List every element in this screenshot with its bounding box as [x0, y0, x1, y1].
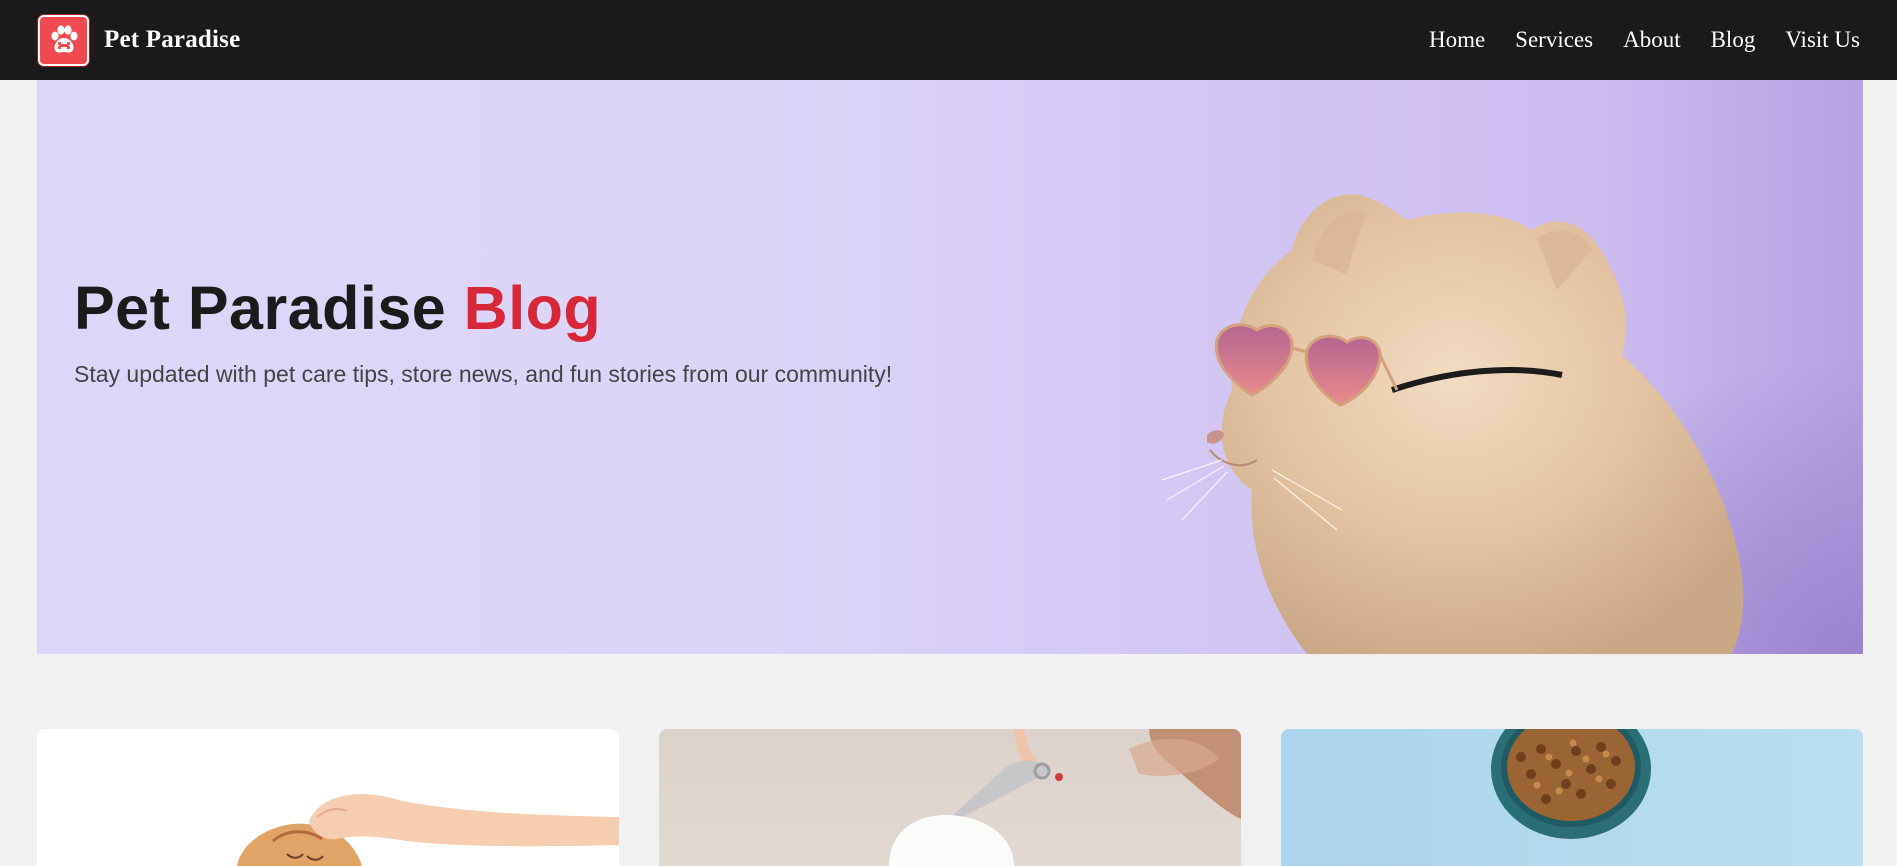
hero-title: Pet Paradise Blog [74, 273, 601, 343]
blog-cards [37, 729, 1863, 866]
grooming-scissors-dog-photo [889, 729, 1241, 866]
hand-petting-cat-photo [237, 794, 619, 866]
hero-title-accent: Blog [463, 274, 602, 342]
blog-card-2[interactable] [659, 729, 1241, 866]
nav-item-about[interactable]: About [1623, 27, 1681, 53]
brand-name[interactable]: Pet Paradise [104, 26, 240, 54]
pet-food-bowl-photo [1491, 729, 1651, 839]
blog-card-3[interactable] [1281, 729, 1863, 866]
nav-item-blog[interactable]: Blog [1711, 27, 1756, 53]
hero-subtitle: Stay updated with pet care tips, store n… [74, 361, 893, 387]
brand[interactable]: Pet Paradise [38, 14, 240, 66]
nav-links: Home Services About Blog Visit Us [1429, 27, 1860, 53]
paw-logo-icon [38, 14, 89, 66]
nav-item-visit-us[interactable]: Visit Us [1785, 27, 1860, 53]
nav-item-services[interactable]: Services [1515, 27, 1593, 53]
hero-banner: Pet Paradise Blog Stay updated with pet … [37, 80, 1863, 654]
hero-title-main: Pet Paradise [74, 274, 447, 342]
navbar: Pet Paradise Home Services About Blog Vi… [0, 0, 1897, 80]
nav-item-home[interactable]: Home [1429, 27, 1485, 53]
blog-card-1[interactable] [37, 729, 619, 866]
cat-with-sunglasses-image [1161, 194, 1744, 654]
